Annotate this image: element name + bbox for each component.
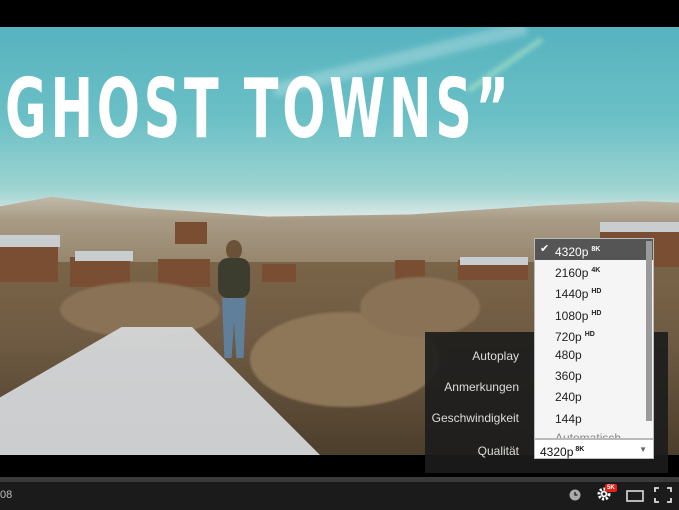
- quality-option[interactable]: 1440p HD: [535, 281, 653, 302]
- building: [175, 222, 207, 244]
- quality-option[interactable]: 2160p 4K: [535, 260, 653, 281]
- chevron-down-icon: ▼: [639, 445, 647, 454]
- time-display: 08: [0, 489, 13, 501]
- quality-option-tag: HD: [584, 330, 595, 338]
- building: [262, 264, 296, 282]
- quality-dropdown-list[interactable]: ✔ 4320p 8K 2160p 4K 1440p HD 1080p HD 720p HD 480p 3…: [534, 238, 654, 439]
- quality-option-label: 480p: [555, 347, 582, 362]
- quality-option-label: 1080p: [555, 308, 589, 323]
- quality-selected-tag: 8K: [575, 446, 585, 453]
- quality-badge: 5K: [605, 484, 617, 492]
- annotations-label[interactable]: Anmerkungen: [444, 380, 519, 394]
- sagebrush: [360, 277, 480, 337]
- quality-option[interactable]: 720p HD: [535, 324, 653, 345]
- building-roof: [460, 257, 528, 265]
- speed-label[interactable]: Geschwindigkeit: [432, 411, 519, 425]
- quality-option-label: 1440p: [555, 287, 589, 302]
- hiker-backpack: [218, 258, 250, 298]
- fullscreen-icon[interactable]: [654, 487, 672, 506]
- quality-option-label: 240p: [555, 390, 582, 405]
- quality-option-tag: 4K: [591, 267, 601, 275]
- video-title-overlay: GHOST TOWNS”: [5, 62, 513, 157]
- theater-mode-icon[interactable]: [626, 489, 644, 505]
- quality-selected-value: 4320p: [540, 445, 574, 459]
- quality-option-label: 4320p: [555, 245, 589, 259]
- quality-option[interactable]: 360p: [535, 366, 653, 387]
- hiker: [212, 240, 258, 380]
- quality-option-label: 2160p: [555, 266, 589, 281]
- hiker-head: [226, 240, 242, 260]
- quality-option[interactable]: ✔ 4320p 8K: [535, 239, 653, 261]
- quality-option[interactable]: 1080p HD: [535, 303, 653, 324]
- quality-option-tag: HD: [591, 309, 602, 317]
- hiker-legs: [222, 298, 246, 358]
- quality-option[interactable]: 144p: [535, 409, 653, 430]
- quality-option[interactable]: 480p: [535, 345, 653, 366]
- check-icon: ✔: [540, 243, 550, 255]
- quality-option-label: Automatisch: [555, 430, 622, 439]
- building-roof: [600, 222, 679, 232]
- quality-option-label: 360p: [555, 369, 582, 384]
- quality-option-tag: 8K: [591, 246, 601, 253]
- quality-option[interactable]: Automatisch: [535, 430, 653, 439]
- quality-option[interactable]: 240p: [535, 387, 653, 408]
- quality-label: Qualität: [477, 444, 519, 458]
- quality-option-label: 720p: [555, 329, 582, 344]
- building-roof: [75, 251, 133, 261]
- quality-option-label: 144p: [555, 411, 582, 426]
- quality-list-scrollbar[interactable]: [646, 241, 652, 421]
- quality-option-tag: HD: [591, 288, 602, 296]
- building: [0, 242, 58, 282]
- quality-select[interactable]: 4320p 8K ▼: [534, 439, 654, 459]
- autoplay-label[interactable]: Autoplay: [472, 349, 519, 363]
- player-controls: 08 5K: [0, 482, 679, 510]
- clock-icon[interactable]: [569, 488, 581, 504]
- building-roof: [0, 235, 60, 247]
